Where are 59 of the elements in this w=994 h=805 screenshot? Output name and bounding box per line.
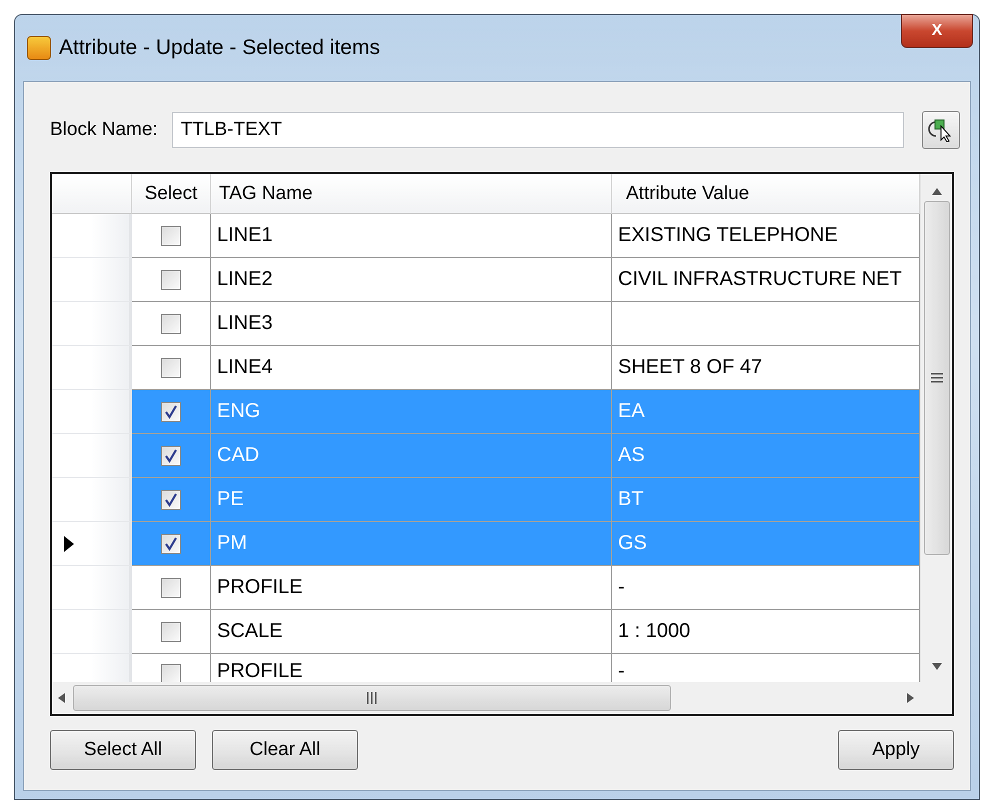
- table-cell: GS: [612, 522, 920, 566]
- table-cell: PM: [211, 522, 612, 566]
- action-button[interactable]: Select All: [50, 730, 196, 770]
- table-cell: PROFILE: [211, 566, 612, 610]
- row-header[interactable]: [52, 522, 132, 566]
- scroll-left-icon[interactable]: [58, 693, 65, 703]
- row-checkbox[interactable]: [161, 446, 181, 466]
- block-name-label: Block Name:: [50, 119, 158, 141]
- table-cell: -: [612, 566, 920, 610]
- check-icon: [164, 448, 178, 462]
- table-cell: 1 : 1000: [612, 610, 920, 654]
- table-cell: SHEET 8 OF 47: [612, 346, 920, 390]
- column-header[interactable]: Select: [132, 174, 211, 214]
- app-icon: [27, 36, 51, 60]
- close-button[interactable]: X: [901, 14, 973, 48]
- horizontal-scrollbar[interactable]: [52, 682, 920, 714]
- table-cell: PE: [211, 478, 612, 522]
- apply-button[interactable]: Apply: [838, 730, 954, 770]
- row-checkbox[interactable]: [161, 270, 181, 290]
- check-icon: [164, 404, 178, 418]
- table-cell: EA: [612, 390, 920, 434]
- table-cell: LINE1: [211, 214, 612, 258]
- scroll-down-icon[interactable]: [932, 663, 942, 670]
- action-button[interactable]: Clear All: [212, 730, 358, 770]
- row-checkbox[interactable]: [161, 314, 181, 334]
- table-cell: ENG: [211, 390, 612, 434]
- scroll-right-icon[interactable]: [907, 693, 914, 703]
- pick-block-button[interactable]: [922, 111, 960, 149]
- row-checkbox[interactable]: [161, 622, 181, 642]
- table-cell: EXISTING TELEPHONE: [612, 214, 920, 258]
- select-cursor-icon: [928, 118, 954, 142]
- scroll-up-icon[interactable]: [932, 188, 942, 195]
- row-checkbox[interactable]: [161, 534, 181, 554]
- table-cell: SCALE: [211, 610, 612, 654]
- row-checkbox[interactable]: [161, 402, 181, 422]
- window-title: Attribute - Update - Selected items: [59, 36, 380, 60]
- scroll-thumb[interactable]: [73, 685, 671, 711]
- table-cell: BT: [612, 478, 920, 522]
- column-header[interactable]: TAG Name: [211, 174, 612, 214]
- check-icon: [164, 492, 178, 506]
- block-name-field[interactable]: TTLB-TEXT: [172, 112, 904, 148]
- table-cell: LINE3: [211, 302, 612, 346]
- table-cell: LINE4: [211, 346, 612, 390]
- vertical-scrollbar[interactable]: [920, 174, 952, 682]
- row-checkbox[interactable]: [161, 358, 181, 378]
- column-header[interactable]: Attribute Value: [612, 174, 920, 214]
- row-checkbox[interactable]: [161, 226, 181, 246]
- table-cell: CAD: [211, 434, 612, 478]
- grip-icon: [930, 373, 942, 383]
- table-cell: LINE2: [211, 258, 612, 302]
- table-cell: AS: [612, 434, 920, 478]
- current-row-icon: [64, 536, 74, 552]
- scroll-thumb[interactable]: [924, 201, 950, 555]
- table-cell: CIVIL INFRASTRUCTURE NET: [612, 258, 920, 302]
- grip-icon: [367, 692, 377, 704]
- row-checkbox[interactable]: [161, 578, 181, 598]
- row-checkbox[interactable]: [161, 664, 181, 682]
- check-icon: [164, 536, 178, 550]
- row-checkbox[interactable]: [161, 490, 181, 510]
